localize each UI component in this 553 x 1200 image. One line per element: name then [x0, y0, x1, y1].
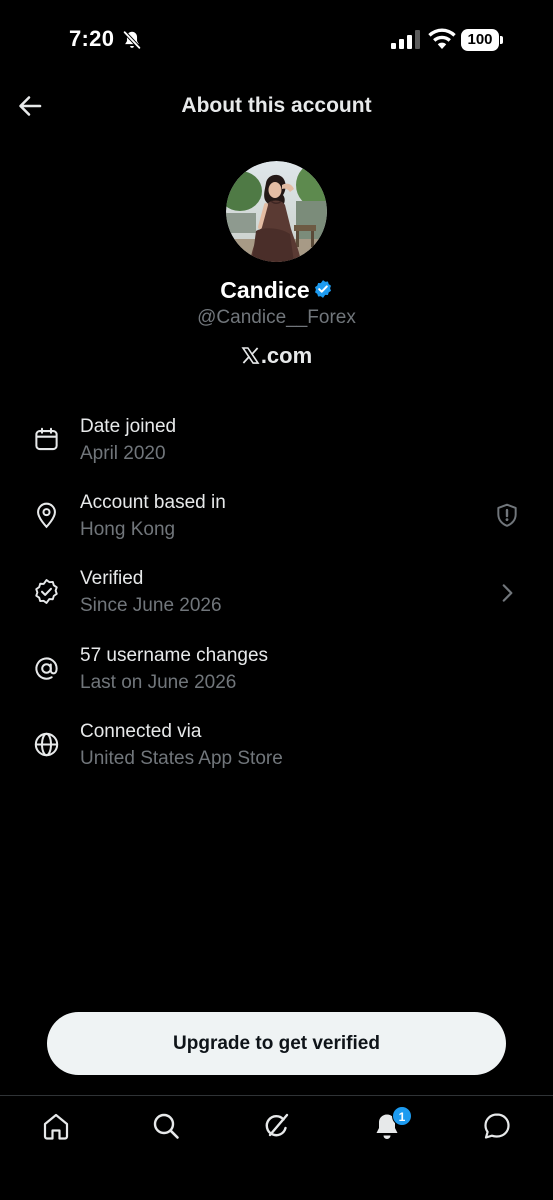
info-item-username-changes: 57 username changes Last on June 2026	[0, 645, 553, 705]
info-item-account-based-in: Account based in Hong Kong	[0, 492, 553, 552]
info-item-verified[interactable]: Verified Since June 2026	[0, 568, 553, 628]
shield-alert-icon[interactable]	[494, 502, 520, 528]
battery-level: 100	[461, 29, 499, 51]
status-time: 7:20	[69, 26, 115, 51]
info-item-connected-via: Connected via United States App Store	[0, 721, 553, 781]
info-value: Since June 2026	[80, 595, 222, 616]
globe-icon	[34, 732, 59, 757]
location-pin-icon	[37, 502, 56, 529]
connection-domain: .com	[260, 343, 313, 368]
username: @Candice__Forex	[197, 307, 356, 328]
info-value: Hong Kong	[80, 519, 176, 540]
avatar[interactable]	[226, 161, 327, 262]
home-icon[interactable]	[40, 1110, 72, 1142]
grok-icon[interactable]	[261, 1110, 293, 1142]
connection-row[interactable]: .com	[0, 343, 553, 369]
display-name-row: Candice	[0, 277, 553, 304]
info-item-date-joined: Date joined April 2020	[0, 416, 553, 476]
info-label: Date joined	[80, 416, 177, 437]
signal-icon	[391, 30, 420, 49]
calendar-icon	[35, 427, 58, 451]
messages-icon[interactable]	[481, 1110, 513, 1142]
info-value: Last on June 2026	[80, 672, 237, 693]
info-label: Connected via	[80, 721, 202, 742]
bell-off-icon	[123, 30, 141, 50]
info-label: Verified	[80, 568, 144, 589]
page-title: About this account	[181, 94, 372, 117]
info-label: 57 username changes	[80, 645, 269, 666]
notification-count-badge: 1	[392, 1106, 412, 1126]
at-sign-icon	[35, 657, 58, 680]
status-bar: 7:20 100	[0, 0, 553, 80]
info-value: United States App Store	[80, 748, 283, 769]
search-icon[interactable]	[150, 1110, 182, 1142]
verified-badge-icon[interactable]	[313, 279, 333, 299]
wifi-icon	[428, 28, 456, 49]
info-value: April 2020	[80, 443, 166, 464]
tab-bar-divider	[0, 1095, 553, 1096]
chevron-right-icon[interactable]	[494, 580, 520, 606]
x-logo-icon	[241, 347, 260, 364]
battery-icon: 100	[461, 29, 503, 51]
upgrade-verified-button[interactable]: Upgrade to get verified	[47, 1012, 506, 1075]
display-name: Candice	[220, 277, 310, 303]
info-label: Account based in	[80, 492, 226, 513]
verified-seal-icon	[35, 579, 58, 604]
